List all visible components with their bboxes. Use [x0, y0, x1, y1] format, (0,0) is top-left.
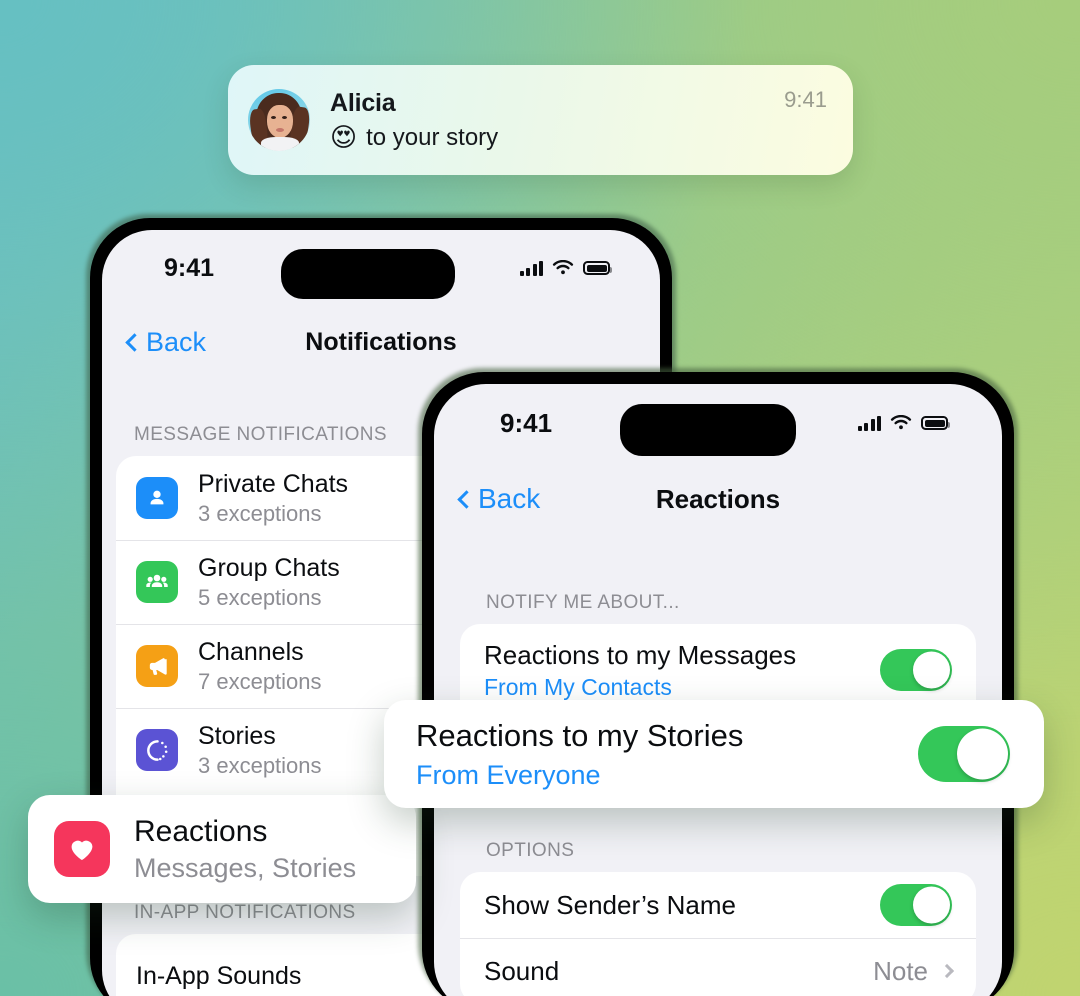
story-circle-icon	[136, 729, 178, 771]
battery-icon	[583, 261, 610, 275]
highlight-subtitle[interactable]: From Everyone	[416, 760, 918, 791]
notification-content: Alicia 😍 to your story	[330, 89, 784, 151]
highlight-card-reactions[interactable]: Reactions Messages, Stories	[28, 795, 416, 903]
heart-eyes-emoji-icon: 😍	[330, 124, 357, 150]
avatar	[248, 89, 310, 151]
people-group-icon	[136, 561, 178, 603]
list-item-subtitle[interactable]: From My Contacts	[484, 674, 880, 701]
chevron-right-icon	[940, 964, 954, 978]
options-card: Show Sender’s Name Sound Note	[460, 872, 976, 996]
phone2-screen: 9:41 Back Reactions NOTIFY ME ABOUT... R…	[434, 384, 1002, 996]
heart-icon	[54, 821, 110, 877]
highlight-subtitle: Messages, Stories	[134, 853, 392, 884]
back-label: Back	[478, 483, 540, 515]
list-item-show-senders-name[interactable]: Show Sender’s Name	[460, 872, 976, 938]
section-header-options: OPTIONS	[486, 840, 1002, 862]
chevron-left-icon	[457, 490, 475, 508]
dynamic-island	[620, 404, 796, 456]
list-item-title: Reactions to my Messages	[484, 640, 880, 671]
chevron-left-icon	[125, 333, 143, 351]
list-item-title: Show Sender’s Name	[484, 890, 880, 921]
status-time: 9:41	[164, 254, 214, 283]
person-icon	[136, 477, 178, 519]
back-label: Back	[146, 327, 206, 358]
toggle-reactions-to-my-stories[interactable]	[918, 726, 1010, 782]
notification-timestamp: 9:41	[784, 87, 827, 113]
phone1-status-bar: 9:41	[102, 230, 660, 306]
back-button[interactable]: Back	[460, 483, 540, 515]
megaphone-icon	[136, 645, 178, 687]
battery-icon	[921, 416, 948, 430]
notification-sender-name: Alicia	[330, 89, 784, 118]
toggle-reactions-to-my-messages[interactable]	[880, 649, 952, 691]
highlight-card-reactions-to-my-stories[interactable]: Reactions to my Stories From Everyone	[384, 700, 1044, 808]
highlight-title: Reactions	[134, 815, 392, 849]
cellular-signal-icon	[858, 416, 882, 431]
toggle-show-senders-name[interactable]	[880, 884, 952, 926]
list-item-value: Note	[873, 956, 928, 987]
wifi-icon	[890, 415, 912, 431]
phone2-nav-bar: Back Reactions	[434, 462, 1002, 536]
wifi-icon	[552, 260, 574, 276]
notification-message-text: to your story	[366, 124, 498, 152]
notification-message: 😍 to your story	[330, 124, 784, 152]
status-icons	[520, 260, 611, 276]
notification-toast[interactable]: Alicia 😍 to your story 9:41	[228, 65, 853, 175]
section-header-notify-me-about: NOTIFY ME ABOUT...	[486, 592, 1002, 614]
status-icons	[858, 415, 949, 431]
list-item-title: Sound	[484, 956, 873, 987]
dynamic-island	[281, 249, 455, 299]
list-item-sound[interactable]: Sound Note	[460, 938, 976, 996]
back-button[interactable]: Back	[128, 327, 206, 358]
status-time: 9:41	[500, 408, 552, 439]
phone2-status-bar: 9:41	[434, 384, 1002, 462]
cellular-signal-icon	[520, 261, 544, 276]
highlight-title: Reactions to my Stories	[416, 718, 918, 754]
